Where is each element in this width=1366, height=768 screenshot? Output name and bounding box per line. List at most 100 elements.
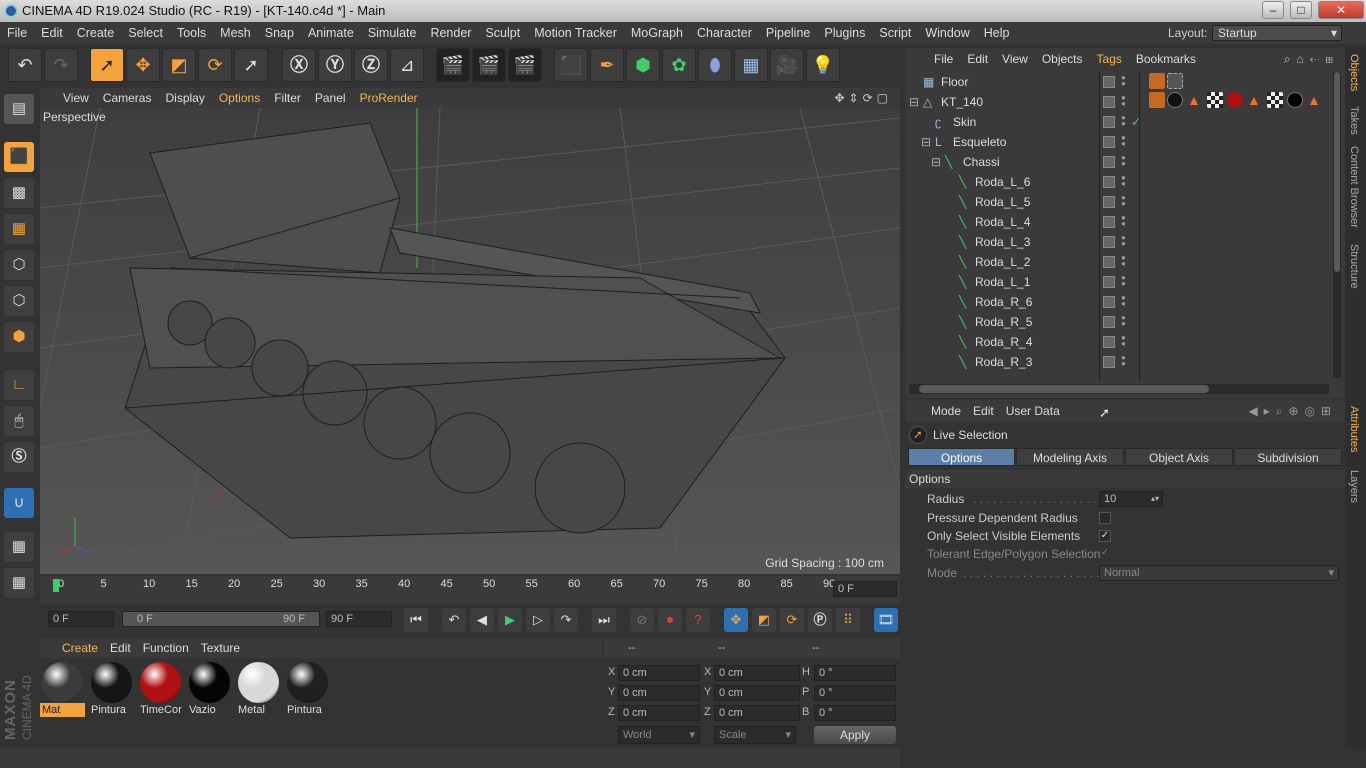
viewport-menu-prorender[interactable]: ProRender (353, 88, 425, 108)
mode-select[interactable]: Normal ▾ (1099, 565, 1339, 581)
viewport-menu-panel[interactable]: Panel (308, 88, 353, 108)
tab-subdivision-surface[interactable]: Subdivision Surface (1234, 448, 1342, 483)
visibility-toggle[interactable] (1103, 96, 1115, 108)
viewport-menu-cameras[interactable]: Cameras (96, 88, 159, 108)
viewport-menu-display[interactable]: Display (158, 88, 211, 108)
visibility-toggle[interactable] (1103, 136, 1115, 148)
objects-menu-file[interactable]: File (927, 48, 960, 70)
close-button[interactable]: ✕ (1318, 1, 1364, 19)
material-menu-create[interactable]: Create (56, 638, 104, 658)
render-visibility-dots[interactable]: ● ● (1121, 174, 1126, 189)
start-frame-field[interactable]: 0 F (48, 611, 114, 627)
compositing-tag-icon[interactable] (1149, 73, 1165, 89)
prev-frame-button[interactable]: ◀ (470, 608, 494, 632)
menu-help[interactable]: Help (977, 22, 1017, 44)
menu-mograph[interactable]: MoGraph (624, 22, 690, 44)
tank-model[interactable] (124, 122, 786, 539)
material-tag-icon[interactable] (1167, 92, 1183, 108)
viewport-navigation-icons[interactable]: ✥⇕⟳▢ (834, 88, 892, 108)
object-row-chassi[interactable]: ⊟ ╲ Chassi ● ● (907, 152, 1329, 172)
object-row-skin[interactable]: ʗ Skin ● ● ✓ (907, 112, 1329, 132)
visibility-toggle[interactable] (1103, 336, 1115, 348)
subdivision-surface-button[interactable]: ⬢ (626, 48, 660, 82)
rotation-h-field[interactable]: 0 ° (814, 665, 896, 681)
render-visibility-dots[interactable]: ● ● (1121, 334, 1126, 349)
menu-create[interactable]: Create (70, 22, 122, 44)
menu-sculpt[interactable]: Sculpt (478, 22, 527, 44)
menu-simulate[interactable]: Simulate (361, 22, 424, 44)
model-mode-button[interactable]: ⬛ (4, 142, 34, 172)
vertical-scrollbar[interactable] (1333, 72, 1341, 378)
visibility-toggle[interactable] (1103, 196, 1115, 208)
menu-plugins[interactable]: Plugins (817, 22, 872, 44)
visibility-toggle[interactable] (1103, 276, 1115, 288)
enable-axis-button[interactable]: ∟ (4, 370, 34, 400)
rotate-tool-button[interactable]: ⟳ (198, 48, 232, 82)
floor-object-button[interactable]: ▦ (734, 48, 768, 82)
collapse-icon[interactable]: ⊟ (921, 136, 933, 148)
texture-mode-button[interactable]: ▩ (4, 178, 34, 208)
parameter-key-button[interactable]: Ⓟ (808, 608, 832, 632)
polygons-mode-button[interactable]: ⬢ (4, 322, 34, 352)
render-visibility-dots[interactable]: ● ● (1121, 294, 1126, 309)
go-to-end-button[interactable]: ⏭ (592, 608, 616, 632)
material-swatch[interactable]: TimeCor (138, 660, 183, 718)
points-mode-button[interactable]: ⬡ (4, 250, 34, 280)
visibility-toggle[interactable] (1103, 76, 1115, 88)
tab-objects[interactable]: Objects (1348, 54, 1360, 91)
object-row-roda[interactable]: ╲ Roda_L_3 ● ● (907, 232, 1329, 252)
z-axis-lock-button[interactable]: Ⓩ (354, 48, 388, 82)
render-visibility-dots[interactable]: ● ● (1121, 314, 1126, 329)
menu-script[interactable]: Script (872, 22, 918, 44)
deformer-button[interactable]: ⬮ (698, 48, 732, 82)
menu-motion-tracker[interactable]: Motion Tracker (527, 22, 624, 44)
object-row-esqueleto[interactable]: ⊟ L Esqueleto ● ● (907, 132, 1329, 152)
tab-attributes[interactable]: Attributes (1348, 406, 1360, 452)
material-tag-icon[interactable] (1287, 92, 1303, 108)
tab-takes[interactable]: Takes (1348, 106, 1360, 135)
snap-button[interactable]: ∪ (4, 488, 34, 518)
visibility-toggle[interactable] (1103, 216, 1115, 228)
timeline-window-button[interactable]: 🎞 (874, 608, 898, 632)
pressure-radius-checkbox[interactable] (1099, 512, 1111, 524)
last-tool-button[interactable]: ➚ (234, 48, 268, 82)
menu-character[interactable]: Character (690, 22, 759, 44)
camera-button[interactable]: 🎥 (770, 48, 804, 82)
object-row-kt140[interactable]: ⊟ △ KT_140 ● ● (907, 92, 1329, 112)
objects-menu-objects[interactable]: Objects (1035, 48, 1090, 70)
render-visibility-dots[interactable]: ● ● (1121, 114, 1126, 129)
material-swatch[interactable]: Pintura (89, 660, 134, 718)
visibility-toggle[interactable] (1103, 116, 1115, 128)
rotation-b-field[interactable]: 0 ° (814, 705, 896, 721)
menu-snap[interactable]: Snap (258, 22, 301, 44)
size-z-field[interactable]: 0 cm (714, 705, 800, 721)
viewport-menu-filter[interactable]: Filter (267, 88, 308, 108)
viewport-menu-options[interactable]: Options (212, 88, 267, 108)
render-visibility-dots[interactable]: ● ● (1121, 194, 1126, 209)
material-menu-edit[interactable]: Edit (104, 638, 137, 658)
rotation-key-button[interactable]: ⟳ (780, 608, 804, 632)
render-view-button[interactable]: 🎬 (436, 48, 470, 82)
objects-menu-tags[interactable]: Tags (1090, 48, 1129, 70)
coordinate-space-select[interactable]: World ▾ (618, 726, 700, 744)
playhead[interactable] (53, 579, 59, 592)
horizontal-scrollbar[interactable] (909, 384, 1329, 394)
prev-key-button[interactable]: ↶ (442, 608, 466, 632)
point-level-key-button[interactable]: ⠿ (836, 608, 860, 632)
compositing-tag-icon[interactable] (1149, 92, 1165, 108)
radius-field[interactable]: 10 ▴▾ (1099, 491, 1163, 507)
size-x-field[interactable]: 0 cm (714, 665, 800, 681)
render-settings-button[interactable]: 🎬 (508, 48, 542, 82)
render-picture-viewer-button[interactable]: 🎬 (472, 48, 506, 82)
render-visibility-dots[interactable]: ● ● (1121, 274, 1126, 289)
collapse-icon[interactable]: ⊟ (931, 156, 943, 168)
collapse-icon[interactable]: ⊟ (909, 96, 921, 108)
menu-file[interactable]: File (0, 22, 34, 44)
visibility-toggle[interactable] (1103, 356, 1115, 368)
attributes-menu-user-data[interactable]: User Data (1000, 400, 1066, 422)
visibility-toggle[interactable] (1103, 236, 1115, 248)
object-row-roda[interactable]: ╲ Roda_R_4 ● ● (907, 332, 1329, 352)
edges-mode-button[interactable]: ⬡ (4, 286, 34, 316)
menu-edit[interactable]: Edit (34, 22, 70, 44)
end-frame-field[interactable]: 90 F (326, 611, 392, 627)
